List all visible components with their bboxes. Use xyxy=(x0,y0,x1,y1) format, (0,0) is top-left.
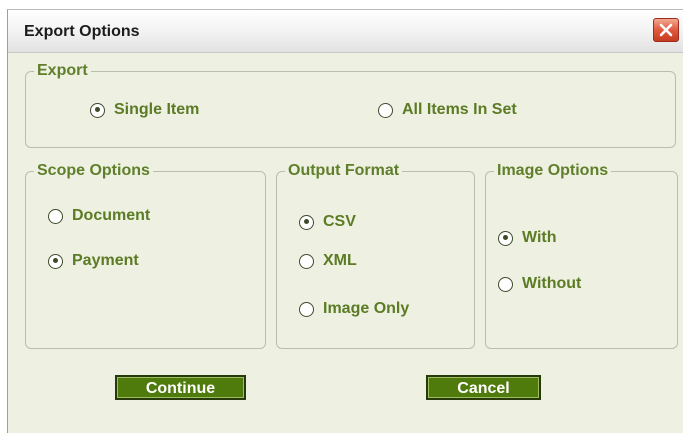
single-item-label: Single Item xyxy=(114,101,200,118)
radio-selected-icon xyxy=(299,214,314,230)
payment-label: Payment xyxy=(72,252,139,269)
with-label: With xyxy=(522,229,557,246)
close-icon xyxy=(659,23,673,37)
dialog-title: Export Options xyxy=(24,23,140,40)
image-options-legend: Image Options xyxy=(497,162,609,179)
xml-radio[interactable]: XML xyxy=(299,252,357,270)
document-radio[interactable]: Document xyxy=(48,207,150,225)
csv-label: CSV xyxy=(323,213,356,230)
radio-unselected-icon xyxy=(299,301,314,317)
continue-button[interactable]: Continue xyxy=(115,375,246,400)
radio-unselected-icon xyxy=(498,276,513,292)
cancel-button[interactable]: Cancel xyxy=(426,375,541,400)
title-bar[interactable]: Export Options xyxy=(8,10,683,53)
output-format-legend: Output Format xyxy=(288,162,400,179)
image-options-group: Image Options xyxy=(485,162,678,349)
single-item-radio[interactable]: Single Item xyxy=(90,101,199,119)
close-button[interactable] xyxy=(653,18,679,42)
xml-label: XML xyxy=(323,252,357,269)
with-radio[interactable]: With xyxy=(498,229,557,247)
without-radio[interactable]: Without xyxy=(498,275,581,293)
without-label: Without xyxy=(522,275,582,292)
image-only-label: Image Only xyxy=(323,300,410,317)
radio-selected-icon xyxy=(90,102,105,118)
radio-selected-icon xyxy=(498,230,513,246)
export-group-legend: Export xyxy=(37,62,88,79)
radio-unselected-icon xyxy=(299,253,314,269)
radio-unselected-icon xyxy=(378,102,393,118)
csv-radio[interactable]: CSV xyxy=(299,213,356,231)
export-options-dialog: Export Options Export Single Item All It… xyxy=(7,9,683,433)
all-items-in-set-label: All Items In Set xyxy=(402,101,517,118)
radio-selected-icon xyxy=(48,253,63,269)
payment-radio[interactable]: Payment xyxy=(48,252,139,270)
scope-options-legend: Scope Options xyxy=(37,162,150,179)
image-only-radio[interactable]: Image Only xyxy=(299,300,409,318)
radio-unselected-icon xyxy=(48,208,63,224)
all-items-in-set-radio[interactable]: All Items In Set xyxy=(378,101,517,119)
document-label: Document xyxy=(72,207,151,224)
